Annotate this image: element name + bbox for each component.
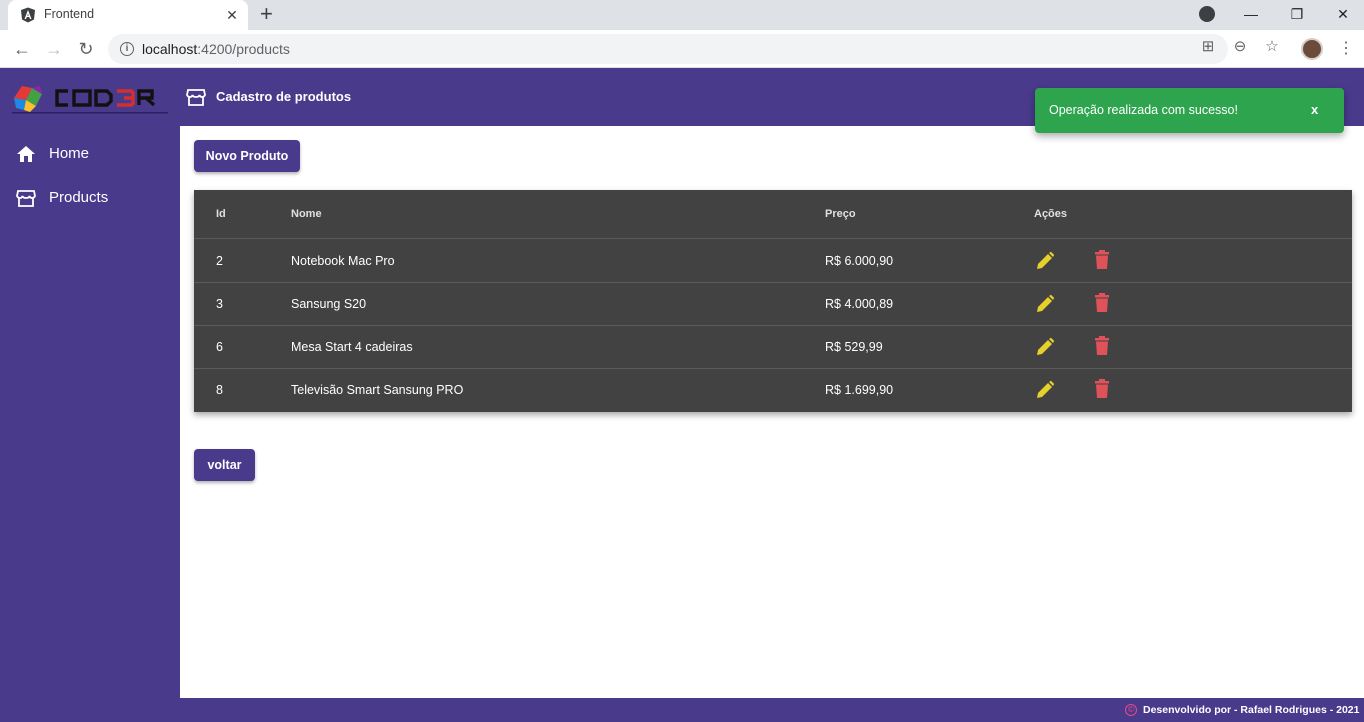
delete-icon[interactable] [1093,250,1111,270]
tab-search-icon[interactable] [1199,6,1215,22]
cell-price: R$ 1.699,90 [825,383,894,397]
edit-icon[interactable] [1035,380,1055,400]
new-product-button[interactable]: Novo Produto [194,140,300,172]
delete-icon[interactable] [1093,379,1111,399]
tab-close-icon[interactable]: ✕ [224,5,240,25]
footer: © Desenvolvido por - Rafael Rodrigues - … [180,698,1364,722]
edit-icon[interactable] [1035,294,1055,314]
browser-toolbar: ← → ↻ i localhost:4200/products ⊞ ⊖ ☆ ⋮ [0,30,1364,68]
snackbar-close-button[interactable]: x [1311,102,1318,117]
products-table: Id Nome Preço Ações 2 Notebook Mac Pro R$ … [194,190,1352,412]
footer-credit: Desenvolvido por - Rafael Rodrigues - 20… [1143,704,1360,716]
angular-icon [21,7,35,23]
cell-name: Televisão Smart Sansung PRO [291,383,464,397]
snackbar-message: Operação realizada com sucesso! [1049,103,1238,117]
sidebar-item-label: Products [49,189,109,206]
cell-id: 6 [216,340,223,354]
cell-id: 8 [216,383,223,397]
copyright-icon: © [1125,704,1137,716]
minimize-button[interactable]: — [1228,0,1274,30]
tab-title: Frontend [44,7,95,21]
storefront-icon [186,89,206,106]
profile-avatar[interactable] [1301,38,1323,60]
back-button[interactable]: voltar [194,449,255,481]
cell-price: R$ 4.000,89 [825,297,894,311]
column-header-id[interactable]: Id [216,208,226,220]
back-arrow-icon[interactable]: ← [11,38,33,60]
cell-name: Mesa Start 4 cadeiras [291,340,413,354]
zoom-icon[interactable]: ⊖ [1230,37,1250,55]
storefront-icon [16,190,36,207]
browser-menu-icon[interactable]: ⋮ [1338,38,1354,60]
edit-icon[interactable] [1035,251,1055,271]
cell-name: Sansung S20 [291,297,367,311]
cell-price: R$ 529,99 [825,340,883,354]
address-bar[interactable]: i localhost:4200/products [108,34,1228,64]
page-title: Cadastro de produtos [216,89,352,104]
window-close-button[interactable]: ✕ [1320,0,1364,30]
column-header-actions: Ações [1034,208,1068,220]
bookmark-star-icon[interactable]: ☆ [1262,37,1282,55]
reload-icon[interactable]: ↻ [75,38,97,60]
new-tab-button[interactable]: + [260,3,273,25]
success-snackbar: Operação realizada com sucesso! x [1035,88,1344,133]
sidebar-item-products[interactable]: Products [0,176,180,220]
delete-icon[interactable] [1093,293,1111,313]
cell-id: 3 [216,297,223,311]
cell-name: Notebook Mac Pro [291,254,395,268]
table-header: Id Nome Preço Ações [194,190,1352,239]
site-info-icon[interactable]: i [120,42,134,56]
cell-id: 2 [216,254,223,268]
table-row: 3 Sansung S20 R$ 4.000,89 [194,283,1352,326]
home-icon [17,146,35,162]
column-header-price[interactable]: Preço [825,208,856,220]
main-content: Novo Produto Id Nome Preço Ações 2 Notebo… [180,126,1364,698]
coder-logo [12,86,168,114]
browser-tab-bar: Frontend ✕ + — ❐ ✕ [0,0,1364,30]
restore-button[interactable]: ❐ [1274,0,1320,30]
url-text: localhost:4200/products [142,41,290,57]
edit-icon[interactable] [1035,337,1055,357]
table-row: 8 Televisão Smart Sansung PRO R$ 1.699,90 [194,369,1352,412]
translate-icon[interactable]: ⊞ [1198,37,1218,55]
sidebar-item-label: Home [49,145,90,162]
column-header-name[interactable]: Nome [291,208,322,220]
sidebar: Home Products [0,126,180,722]
table-row: 2 Notebook Mac Pro R$ 6.000,90 [194,240,1352,283]
sidebar-item-home[interactable]: Home [0,132,180,176]
cell-price: R$ 6.000,90 [825,254,894,268]
delete-icon[interactable] [1093,336,1111,356]
browser-tab[interactable]: Frontend ✕ [8,0,248,30]
forward-arrow-icon[interactable]: → [43,38,65,60]
table-row: 6 Mesa Start 4 cadeiras R$ 529,99 [194,326,1352,369]
